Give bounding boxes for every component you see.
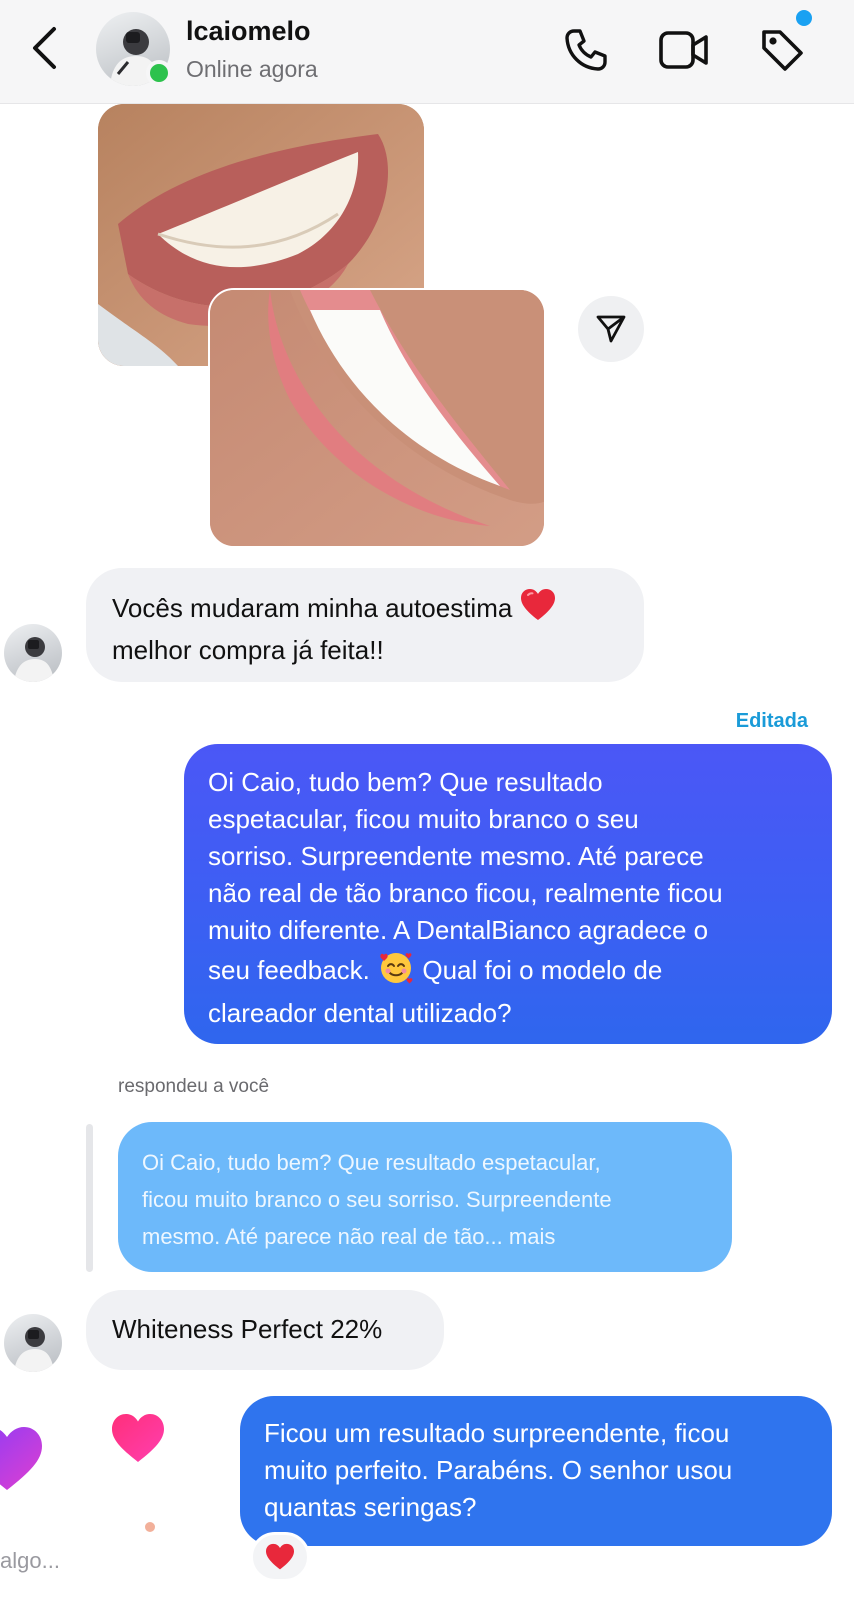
paper-plane-icon xyxy=(596,315,626,343)
floating-heart-icon xyxy=(0,1424,44,1499)
avatar[interactable] xyxy=(4,1314,62,1372)
message-line: clareador dental utilizado? xyxy=(208,998,512,1028)
video-camera-icon xyxy=(659,31,708,69)
smiling-face-with-hearts-icon xyxy=(377,949,415,995)
quoted-line: ficou muito branco o seu sorriso. Surpre… xyxy=(142,1187,612,1212)
message-line: não real de tão branco ficou, realmente … xyxy=(208,878,723,908)
floating-heart-icon xyxy=(110,1412,166,1469)
message-reaction[interactable] xyxy=(250,1532,310,1582)
avatar[interactable] xyxy=(4,624,62,682)
tag-button[interactable] xyxy=(754,22,810,78)
message-bubble-incoming[interactable]: Whiteness Perfect 22% xyxy=(86,1290,444,1370)
call-button[interactable] xyxy=(558,22,614,78)
message-line: espetacular, ficou muito branco o seu xyxy=(208,804,639,834)
message-bubble-outgoing[interactable]: Ficou um resultado surpreendente, ficou … xyxy=(240,1396,832,1546)
quoted-line: Oi Caio, tudo bem? Que resultado espetac… xyxy=(142,1150,601,1175)
message-text: Vocês mudaram minha autoestima xyxy=(112,592,513,623)
message-line: quantas seringas? xyxy=(264,1492,477,1522)
message-line: sorriso. Surpreendente mesmo. Até parece xyxy=(208,841,704,871)
message-text: Whiteness Perfect 22% xyxy=(112,1314,383,1344)
floating-heart-icon xyxy=(144,1520,156,1538)
message-line: muito diferente. A DentalBianco agradece… xyxy=(208,915,709,945)
chat-header: lcaiomelo Online agora xyxy=(0,0,854,104)
online-status-dot xyxy=(146,60,172,86)
message-line: Ficou um resultado surpreendente, ficou xyxy=(264,1418,730,1448)
phone-icon xyxy=(565,29,607,71)
chevron-left-icon xyxy=(33,27,56,69)
quoted-line: mesmo. Até parece não real de tão... mai… xyxy=(142,1224,556,1249)
reply-context-label: respondeu a você xyxy=(118,1076,270,1097)
message-line: seu feedback. xyxy=(208,954,370,985)
red-heart-icon xyxy=(520,588,556,632)
edited-label[interactable]: Editada xyxy=(640,710,808,733)
share-button[interactable] xyxy=(578,296,644,362)
message-line: Qual foi o modelo de xyxy=(422,954,663,985)
notification-dot xyxy=(796,10,812,26)
composer-placeholder[interactable]: algo... xyxy=(0,1548,60,1574)
contact-username[interactable]: lcaiomelo xyxy=(186,16,311,47)
shared-photo-smile-2[interactable] xyxy=(208,288,546,548)
tag-icon xyxy=(762,30,803,71)
contact-status: Online agora xyxy=(186,56,318,82)
quoted-message[interactable]: Oi Caio, tudo bem? Que resultado espetac… xyxy=(118,1122,732,1272)
message-bubble-outgoing[interactable]: Oi Caio, tudo bem? Que resultado espetac… xyxy=(184,744,832,1044)
back-button[interactable] xyxy=(22,22,66,74)
message-bubble-incoming[interactable]: Vocês mudaram minha autoestima melhor co… xyxy=(86,568,644,682)
red-heart-icon xyxy=(266,1543,294,1570)
message-line: muito perfeito. Parabéns. O senhor usou xyxy=(264,1455,733,1485)
reply-indicator-bar xyxy=(86,1124,93,1272)
video-call-button[interactable] xyxy=(656,22,712,78)
message-line: Oi Caio, tudo bem? Que resultado xyxy=(208,767,603,797)
message-text: melhor compra já feita!! xyxy=(112,635,384,665)
